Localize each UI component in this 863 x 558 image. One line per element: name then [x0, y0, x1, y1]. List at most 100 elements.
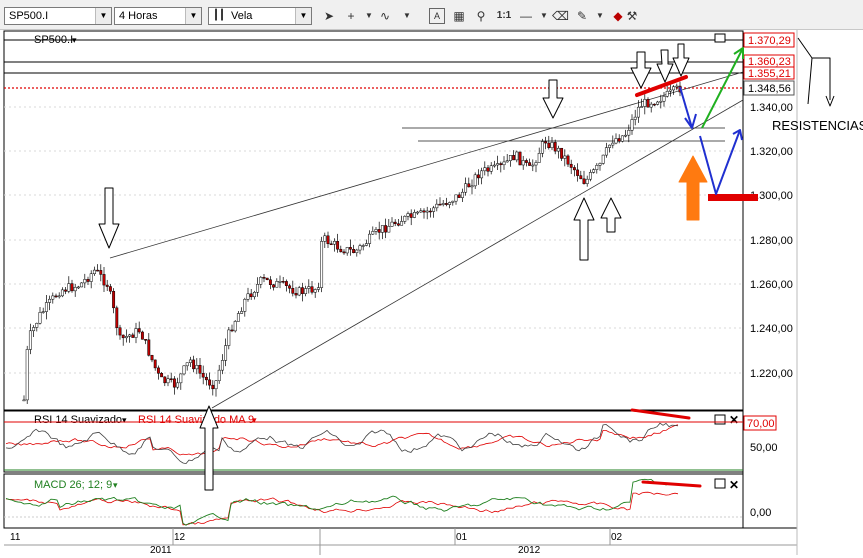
- candle-body: [547, 142, 551, 148]
- candle-body: [220, 360, 224, 371]
- candle-body: [531, 164, 535, 167]
- chart-canvas[interactable]: 1.340,00 1.320,00 1.300,00 1.280,00 1.26…: [0, 30, 863, 556]
- candle-body: [182, 365, 186, 375]
- candle-body: [368, 233, 372, 244]
- cursor-icon[interactable]: ➤: [321, 8, 337, 24]
- candle-body: [480, 170, 484, 179]
- symbol-value: SP500.I: [9, 10, 49, 22]
- symbol-select[interactable]: SP500.I ▼: [4, 7, 112, 25]
- dropdown-icon[interactable]: ▼: [361, 8, 377, 24]
- candle-body: [432, 207, 436, 212]
- candle-body: [387, 226, 391, 233]
- candle-body: [352, 248, 356, 254]
- maximize-icon[interactable]: [714, 478, 726, 489]
- candle-body: [128, 334, 132, 337]
- chevron-down-icon[interactable]: ▾: [72, 35, 77, 45]
- candle-body: [227, 329, 231, 346]
- candle-body: [364, 243, 368, 246]
- pencil-icon[interactable]: ✎: [574, 8, 590, 24]
- candle-body: [643, 99, 647, 107]
- candle-body: [406, 213, 410, 217]
- candle-body: [233, 321, 237, 332]
- line-icon[interactable]: —: [518, 8, 534, 24]
- close-icon[interactable]: ✕: [729, 413, 739, 427]
- candle-body: [585, 178, 589, 184]
- candle-body: [576, 169, 580, 176]
- candle-body: [313, 289, 317, 293]
- candle-body: [428, 210, 432, 213]
- chevron-down-icon[interactable]: ▾: [113, 480, 118, 490]
- chevron-down-icon[interactable]: ▾: [122, 415, 127, 425]
- ratio-button[interactable]: 1:1: [494, 8, 514, 24]
- zoom-in-icon[interactable]: ⚲: [473, 8, 489, 24]
- candle-body: [598, 163, 602, 166]
- candle-body: [169, 378, 173, 381]
- y-tick-1320: 1.320,00: [750, 146, 793, 158]
- level-labels: 1.370,29 1.360,23 1.355,21 1.348,56: [743, 32, 795, 96]
- text-icon[interactable]: A: [429, 8, 445, 24]
- candle-body: [614, 138, 618, 144]
- macd-panel-title: MACD 26; 12; 9: [34, 479, 112, 491]
- candle-body: [358, 245, 362, 251]
- candle-body: [528, 162, 532, 166]
- candle-body: [35, 322, 39, 328]
- candle-body: [307, 286, 311, 289]
- timeframe-select[interactable]: 4 Horas ▼: [114, 7, 202, 25]
- candle-body: [489, 165, 493, 172]
- chart-style-select[interactable]: ┃┃ Vela ▼: [208, 7, 312, 25]
- candle-body: [163, 376, 167, 384]
- candle-body: [560, 147, 564, 159]
- candle-body: [483, 167, 487, 172]
- ruler-icon[interactable]: ⚒: [624, 8, 640, 24]
- candle-body: [179, 373, 183, 384]
- year-label-2012: 2012: [518, 545, 541, 555]
- crosshair-icon[interactable]: +: [343, 8, 359, 24]
- maximize-icon[interactable]: [714, 33, 726, 43]
- candle-body: [553, 142, 557, 152]
- close-icon[interactable]: ✕: [729, 478, 739, 492]
- candle-body: [646, 99, 650, 108]
- eraser-icon[interactable]: ⌫: [552, 8, 569, 24]
- maximize-icon[interactable]: [714, 414, 726, 425]
- candle-body: [304, 288, 308, 294]
- candle-body: [38, 312, 42, 324]
- candle-body: [524, 160, 528, 163]
- candle-body: [326, 235, 330, 245]
- candle-body: [284, 281, 288, 286]
- candle-body: [521, 160, 525, 166]
- chart-type-icon[interactable]: ▦: [451, 8, 467, 24]
- candle-body: [195, 365, 199, 370]
- candle-body: [470, 185, 474, 188]
- y-tick-1260: 1.260,00: [750, 279, 793, 291]
- candle-body: [371, 231, 375, 235]
- candle-body: [150, 355, 154, 361]
- candle-body: [649, 103, 653, 108]
- candle-body: [563, 155, 567, 159]
- candle-body: [147, 339, 151, 356]
- candle-body: [192, 359, 196, 370]
- candle-body: [419, 210, 423, 213]
- chevron-down-icon[interactable]: ▾: [252, 415, 257, 425]
- candle-body: [112, 290, 116, 309]
- candle-body: [288, 285, 292, 289]
- candle-body: [124, 336, 128, 339]
- candle-body: [668, 89, 672, 92]
- dropdown-icon[interactable]: ▼: [592, 8, 608, 24]
- candle-icon: ┃┃: [213, 10, 226, 21]
- candle-body: [416, 211, 420, 214]
- dropdown-icon[interactable]: ▼: [536, 8, 552, 24]
- month-label-12: 12: [174, 532, 186, 543]
- candle-body: [518, 151, 522, 166]
- candle-body: [425, 210, 429, 213]
- candle-body: [665, 91, 669, 97]
- candle-body: [601, 154, 605, 164]
- candle-body: [505, 160, 509, 163]
- candle-body: [588, 172, 592, 180]
- indicator-icon[interactable]: ∿: [377, 8, 393, 24]
- candle-body: [377, 229, 381, 233]
- candle-body: [166, 378, 170, 384]
- candle-body: [172, 378, 176, 388]
- dropdown-icon[interactable]: ▼: [399, 8, 415, 24]
- candle-body: [451, 200, 455, 203]
- candle-body: [374, 229, 378, 232]
